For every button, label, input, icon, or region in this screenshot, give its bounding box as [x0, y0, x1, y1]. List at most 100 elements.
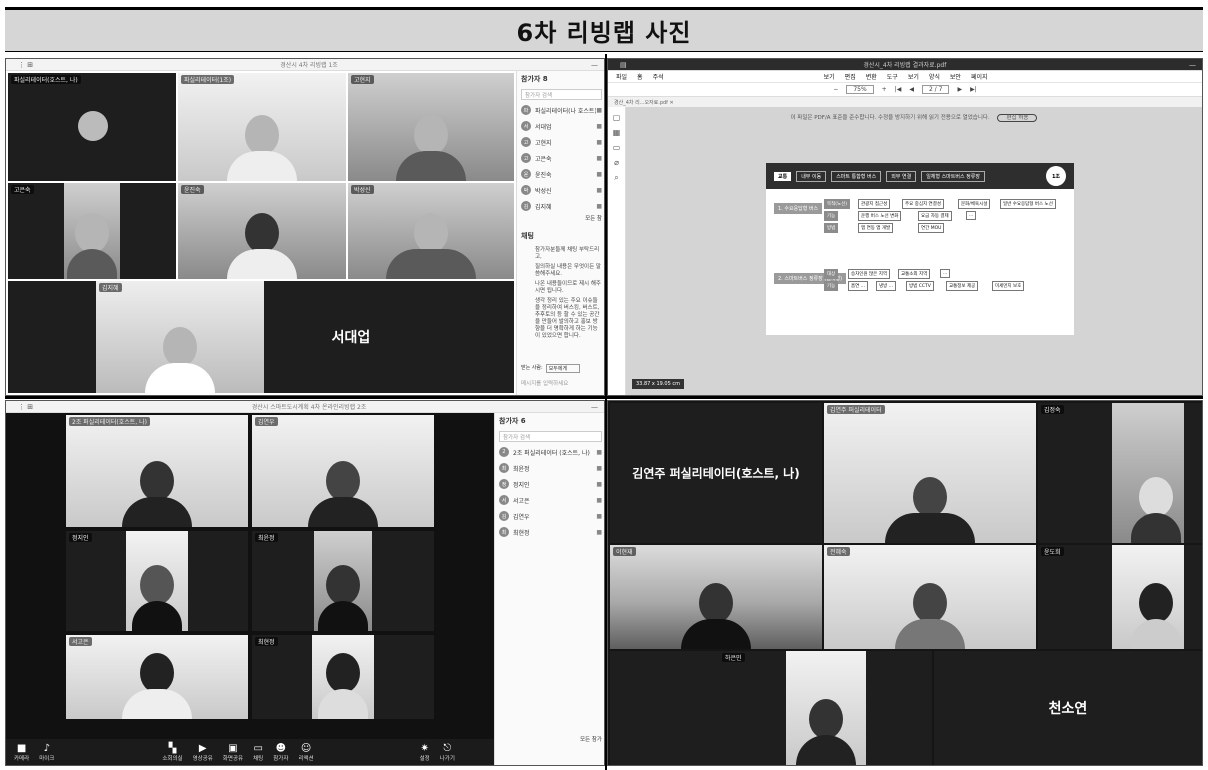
video-tile-kohyunji[interactable]: 고현지 [348, 73, 514, 181]
participant-row[interactable]: 최 최현정 ■ [495, 524, 604, 540]
share-screen-button[interactable]: ▣ 화면공유 [223, 743, 243, 762]
participant-search-input[interactable]: 참가자 검색 [499, 431, 602, 442]
window-title: 경산시 4차 리빙랩 1조 [280, 62, 338, 69]
menu-icon[interactable]: ⋮ ⊞ [18, 403, 33, 411]
video-tile-kimjeongsuk[interactable]: 김정숙 [1038, 403, 1202, 543]
last-page-icon[interactable]: ▶| [970, 86, 977, 93]
participant-video [227, 213, 297, 279]
all-participants-link[interactable]: 모든 참 [517, 214, 604, 222]
menu-item-view-1[interactable]: 보기 [824, 72, 835, 81]
participant-row[interactable]: 윤 윤진숙 ■ [517, 166, 604, 182]
participant-row[interactable]: 서 서고은 ■ [495, 492, 604, 508]
menu-item-edit[interactable]: 편집 [845, 72, 856, 81]
video-tile-leehyeonjae[interactable]: 이현재 [610, 545, 822, 649]
video-tile-choiyoonjeong[interactable]: 최윤정 [252, 531, 434, 631]
menu-item-view-2[interactable]: 보기 [908, 72, 919, 81]
chat-button[interactable]: ▭ 채팅 [253, 743, 263, 762]
participant-search-input[interactable]: 참가자 검색 [521, 89, 602, 100]
minimize-icon[interactable]: — [1189, 61, 1196, 69]
thumbnails-icon[interactable]: ▦ [613, 128, 621, 137]
minimize-icon[interactable]: — [591, 61, 598, 69]
menu-item-page[interactable]: 페이지 [971, 72, 988, 81]
attach-icon[interactable]: ⌀ [614, 158, 619, 167]
menu-item-form[interactable]: 양식 [929, 72, 940, 81]
window-title: 경산시 스마트도시계획 4차 온라인리빙랩 2조 [251, 404, 367, 411]
pages-icon[interactable]: ▢ [613, 113, 621, 122]
comments-icon[interactable]: ▭ [613, 143, 621, 152]
video-tile-seogoeun[interactable]: 서고은 [66, 635, 248, 719]
chat-message-input[interactable]: 메시지를 입력하세요 [521, 379, 568, 387]
minimize-icon[interactable]: — [591, 403, 598, 411]
menu-item-tools[interactable]: 도구 [887, 72, 898, 81]
recipient-label: 받는 사람: [521, 365, 543, 371]
zoom-select[interactable]: 75% [846, 85, 874, 94]
menu-item-convert[interactable]: 변환 [866, 72, 877, 81]
video-tile-yoonjinsuk[interactable]: 윤진숙 [178, 183, 346, 279]
enable-edit-button[interactable]: 편집 허용 [997, 114, 1038, 122]
camera-icon: ■ [596, 480, 602, 488]
share-video-button[interactable]: ▶ 영상공유 [193, 743, 213, 762]
prev-page-icon[interactable]: ◀ [909, 86, 914, 93]
camera-icon: ■ [16, 742, 27, 754]
notice-text: 이 파일은 PDF/A 표준을 준수합니다. 수정을 방지하기 위해 읽기 전용… [790, 115, 990, 121]
all-participants-link[interactable]: 모든 참가 [580, 735, 602, 743]
video-tile-facilitator[interactable]: 파실리테이터(1조) [178, 73, 346, 181]
zoom-in-button[interactable]: + [882, 86, 887, 93]
video-tile-yoondohee[interactable]: 윤도희 [1038, 545, 1202, 649]
pdf-canvas: 이 파일은 PDF/A 표준을 준수합니다. 수정을 방지하기 위해 읽기 전용… [626, 107, 1202, 395]
doc-cell: 승차인원 많은 지역 [848, 269, 890, 279]
participant-row[interactable]: 박 박성신 ■ [517, 182, 604, 198]
first-page-icon[interactable]: |◀ [895, 86, 902, 93]
tile-name: 정지인 [69, 533, 92, 542]
menu-icon[interactable]: ⋮ ⊞ [18, 61, 33, 69]
mic-button[interactable]: ♪ 마이크 [39, 743, 54, 762]
video-tile-haeunmin[interactable]: 하은민 [610, 651, 932, 765]
participants-button[interactable]: ☻ 참가자 [273, 743, 288, 762]
video-tile-seodaeup[interactable]: 서대업 [266, 281, 436, 393]
participant-row[interactable]: 파 파실리테이터(나 호스트) ■ [517, 102, 604, 118]
video-tile-host[interactable]: 파실리테이터(호스트, 나) [8, 73, 176, 181]
participant-row[interactable]: 최 최윤정 ■ [495, 460, 604, 476]
menu-item-security[interactable]: 보안 [950, 72, 961, 81]
recipient-select[interactable]: 모두에게 [545, 364, 581, 373]
video-tile-parksungsin[interactable]: 박성신 [348, 183, 514, 279]
page-indicator[interactable]: 2 / 7 [921, 85, 950, 94]
search-icon[interactable]: ⌕ [614, 173, 618, 183]
leave-button[interactable]: ⎋ 나가기 [440, 743, 455, 762]
video-tile-jeongjiin[interactable]: 정지인 [66, 531, 248, 631]
row-label: 대상 [824, 269, 839, 279]
doc-cell: 앱 연동 앱 개발 [858, 223, 894, 233]
menu-item-home[interactable]: 홈 [637, 72, 643, 81]
avatar: 정 [499, 479, 509, 489]
participant-row[interactable]: 고 고은숙 ■ [517, 150, 604, 166]
participant-row[interactable]: 2 2조 퍼실리테이터 (호스트, 나) ■ [495, 444, 604, 460]
video-tile-facilitator[interactable]: 2조 퍼실리테이터(호스트, 나) [66, 415, 248, 527]
video-tile-jeonhyesuk[interactable]: 전혜숙 [824, 545, 1036, 649]
avatar: 2 [499, 447, 509, 457]
video-tile-kimyeonwoo[interactable]: 김연우 [252, 415, 434, 527]
camera-button[interactable]: ■ 카메라 [14, 743, 29, 762]
menu-item-file[interactable]: 파일 [616, 72, 627, 81]
zoom-out-button[interactable]: − [833, 86, 838, 93]
document-tab[interactable]: 경산_4차 리...오자료.pdf ✕ [608, 97, 1202, 107]
participant-row[interactable]: 김 김연우 ■ [495, 508, 604, 524]
breakout-button[interactable]: ▚ 소회의실 [162, 743, 182, 762]
video-tile-host[interactable]: 김연주 퍼실리테이터(호스트, 나) [610, 403, 822, 543]
video-tile-choihyeonjeong[interactable]: 최현정 [252, 635, 434, 719]
video-tile-kimyeonju[interactable]: 김연주 퍼실리테이터 [824, 403, 1036, 543]
menu-item-annotate[interactable]: 주석 [653, 72, 664, 81]
video-tile-cheonsoyeon[interactable]: 천소연 [934, 651, 1202, 765]
reaction-button[interactable]: ☺ 리액션 [298, 743, 313, 762]
video-tile-goeunsuk[interactable]: 고은숙 [8, 183, 176, 279]
settings-button[interactable]: ✷ 설정 [420, 743, 430, 762]
participant-row[interactable]: 서 서대업 ■ [517, 118, 604, 134]
app-menu-icon[interactable]: ▤ [620, 61, 627, 69]
participant-row[interactable]: 고 고현지 ■ [517, 134, 604, 150]
next-page-icon[interactable]: ▶ [957, 86, 962, 93]
page-title-bar: 6차 리빙랩 사진 [5, 7, 1203, 52]
doc-cell: 주요 중심지 연결성 [902, 199, 944, 209]
pdfa-notice: 이 파일은 PDF/A 표준을 준수합니다. 수정을 방지하기 위해 읽기 전용… [626, 113, 1202, 122]
participant-row[interactable]: 김 김지혜 ■ [517, 198, 604, 214]
video-tile-kimjihye[interactable]: 김지혜 [96, 281, 264, 393]
participant-row[interactable]: 정 정지인 ■ [495, 476, 604, 492]
